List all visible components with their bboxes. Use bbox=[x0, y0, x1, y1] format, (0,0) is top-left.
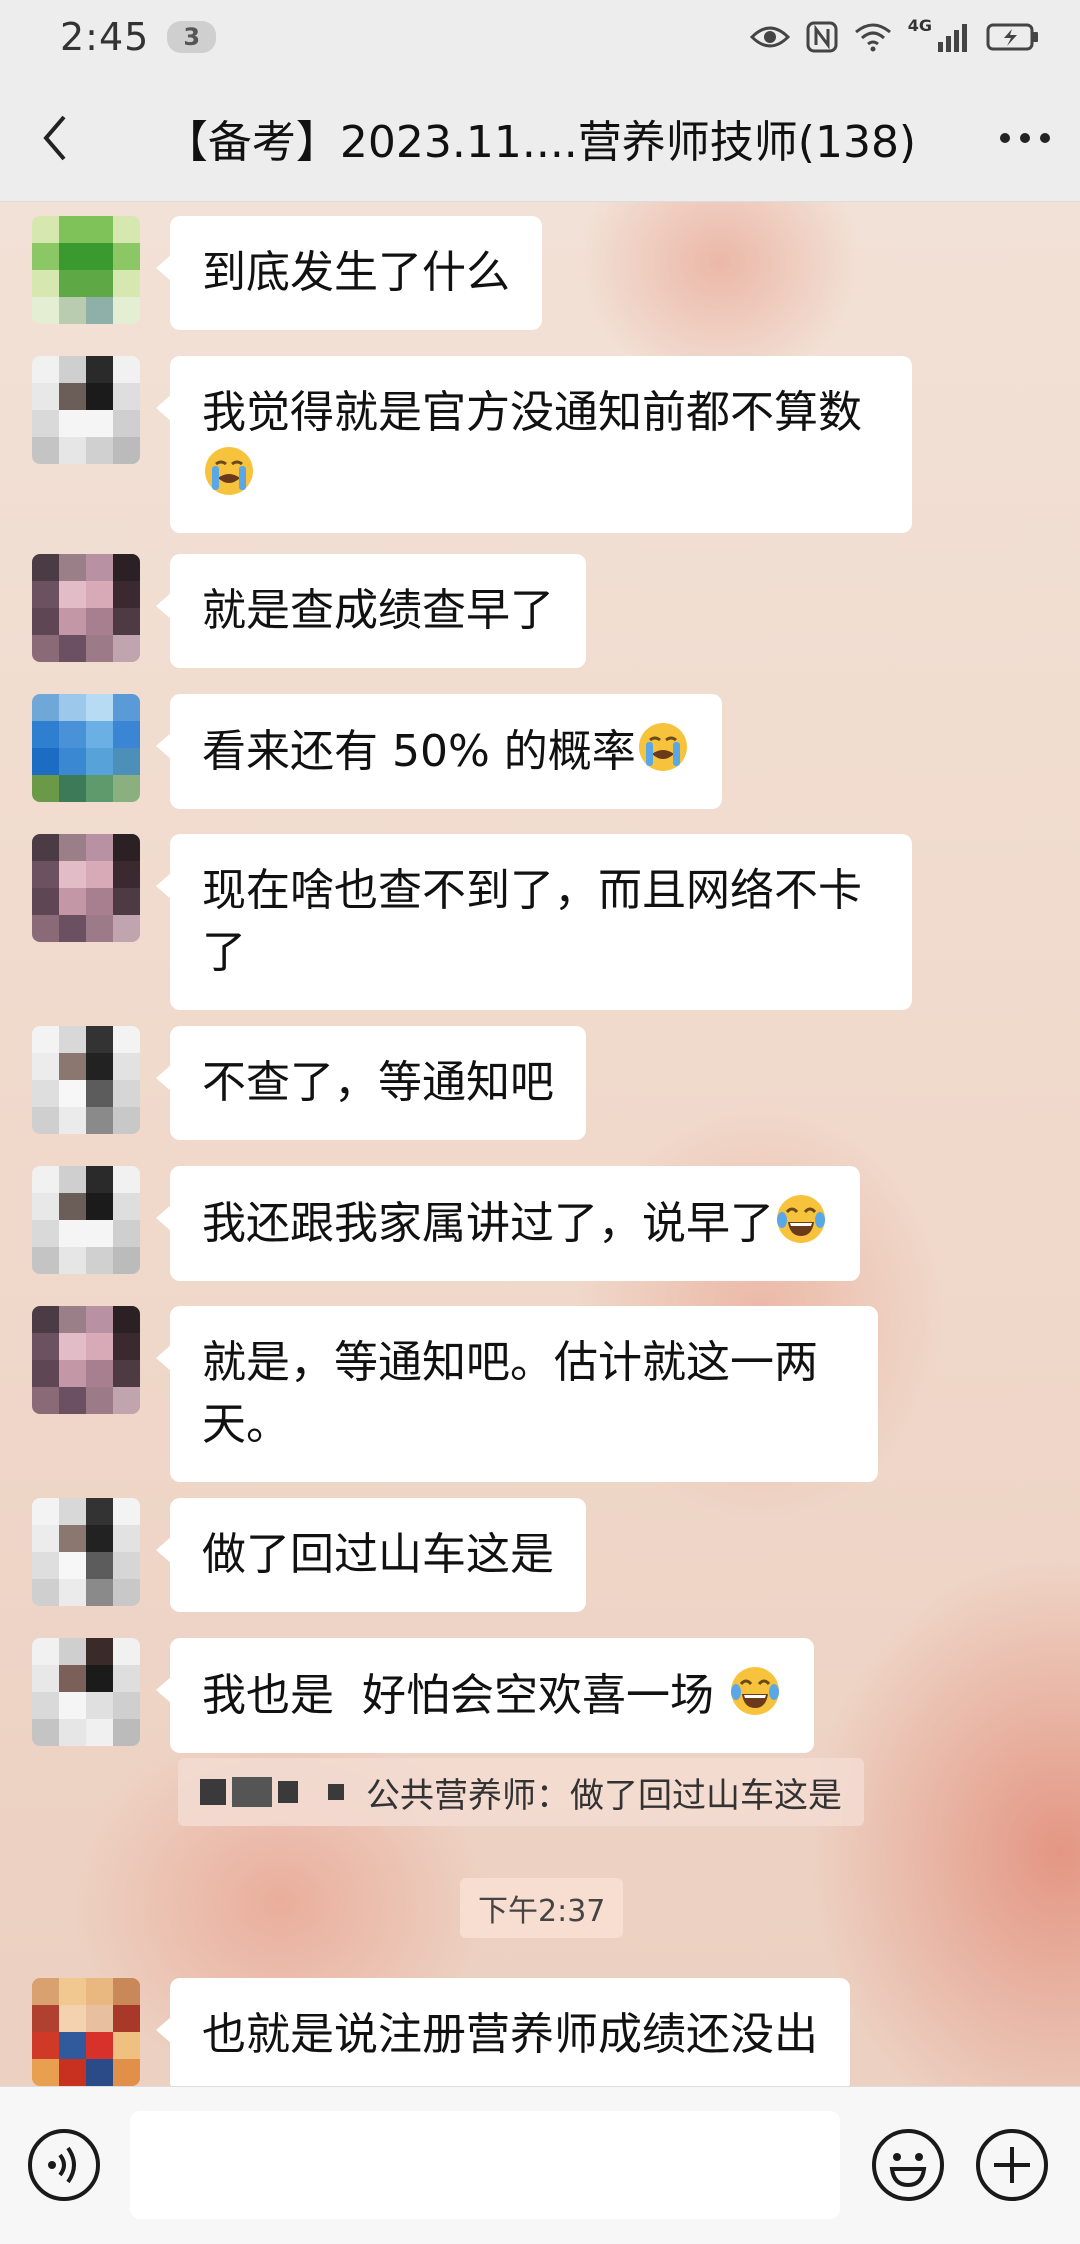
message-bubble[interactable]: 看来还有 50% 的概率 bbox=[156, 694, 722, 809]
avatar[interactable] bbox=[32, 356, 140, 464]
wifi-icon bbox=[854, 23, 891, 52]
avatar[interactable] bbox=[32, 1166, 140, 1274]
message-text: 我觉得就是官方没通知前都不算数 bbox=[202, 387, 862, 438]
message-bubble[interactable]: 我还跟我家属讲过了，说早了 bbox=[156, 1166, 860, 1281]
nfc-icon bbox=[806, 21, 838, 53]
quote-text: 公共营养师：做了回过山车这是 bbox=[366, 1775, 842, 1816]
more-actions-button[interactable] bbox=[974, 2127, 1050, 2207]
chat-header: 【备考】2023.11....营养师技师(138) bbox=[0, 74, 1080, 202]
emoji-button[interactable] bbox=[870, 2127, 946, 2207]
avatar[interactable] bbox=[32, 1026, 140, 1134]
message-bubble[interactable]: 不查了，等通知吧 bbox=[156, 1026, 586, 1140]
avatar[interactable] bbox=[32, 1306, 140, 1414]
more-button[interactable] bbox=[970, 74, 1080, 202]
avatar[interactable] bbox=[32, 1498, 140, 1606]
message-bubble[interactable]: 现在啥也查不到了，而且网络不卡了 bbox=[156, 834, 912, 1010]
time-separator: 下午2:37 bbox=[460, 1878, 624, 1938]
message-bubble[interactable]: 我也是 好怕会空欢喜一场 bbox=[156, 1638, 814, 1753]
signal-icon bbox=[938, 24, 967, 52]
loudly-crying-face-icon bbox=[205, 447, 253, 495]
quoted-message[interactable]: 公共营养师：做了回过山车这是 bbox=[178, 1758, 864, 1826]
voice-icon bbox=[28, 2129, 100, 2201]
message-input[interactable] bbox=[130, 2111, 840, 2219]
message-bubble[interactable]: 到底发生了什么 bbox=[156, 216, 542, 330]
message-text: 不查了，等通知吧 bbox=[202, 1057, 554, 1108]
status-bar: 2:45 3 4G bbox=[0, 0, 1080, 74]
more-horizontal-icon bbox=[1000, 132, 1050, 143]
message-bubble[interactable]: 就是查成绩查早了 bbox=[156, 554, 586, 668]
message-text: 我也是 好怕会空欢喜一场 bbox=[202, 1670, 728, 1721]
message-bubble[interactable]: 我觉得就是官方没通知前都不算数 bbox=[156, 356, 912, 533]
message-text: 现在啥也查不到了，而且网络不卡了 bbox=[202, 865, 862, 978]
avatar[interactable] bbox=[32, 694, 140, 802]
chat-title: 【备考】2023.11....营养师技师(138) bbox=[163, 116, 917, 168]
masked-sender-name bbox=[200, 1777, 344, 1807]
status-time: 2:45 bbox=[60, 15, 150, 59]
message-text: 做了回过山车这是 bbox=[202, 1529, 554, 1580]
message-text: 看来还有 50% 的概率 bbox=[202, 726, 636, 777]
avatar[interactable] bbox=[32, 554, 140, 662]
network-type-label: 4G bbox=[907, 15, 932, 35]
input-bar bbox=[0, 2086, 1080, 2244]
status-icons: 4G bbox=[749, 16, 1040, 53]
message-text: 就是，等通知吧。估计就这一两天。 bbox=[202, 1337, 818, 1450]
message-text: 就是查成绩查早了 bbox=[202, 585, 554, 636]
voice-button[interactable] bbox=[26, 2127, 102, 2207]
back-button[interactable] bbox=[0, 74, 110, 202]
avatar[interactable] bbox=[32, 1978, 140, 2086]
message-bubble[interactable]: 也就是说注册营养师成绩还没出 bbox=[156, 1978, 850, 2086]
chat-message-list[interactable]: 到底发生了什么 我觉得就是官方没通知前都不算数 就是查成绩查早了 看来还有 50… bbox=[0, 202, 1080, 2086]
message-text: 到底发生了什么 bbox=[202, 247, 510, 298]
message-bubble[interactable]: 做了回过山车这是 bbox=[156, 1498, 586, 1612]
message-text: 我还跟我家属讲过了，说早了 bbox=[202, 1198, 774, 1249]
eye-icon bbox=[749, 26, 790, 48]
face-with-tears-of-joy-icon bbox=[730, 1667, 779, 1715]
loudly-crying-face-icon bbox=[638, 723, 687, 771]
message-bubble[interactable]: 就是，等通知吧。估计就这一两天。 bbox=[156, 1306, 878, 1482]
battery-icon bbox=[986, 23, 1038, 51]
plus-icon bbox=[976, 2129, 1048, 2201]
face-with-tears-of-joy-icon bbox=[777, 1195, 825, 1243]
avatar[interactable] bbox=[32, 1638, 140, 1746]
chevron-left-icon bbox=[43, 115, 66, 160]
notification-count-badge: 3 bbox=[167, 21, 217, 53]
emoji-icon bbox=[872, 2129, 944, 2201]
avatar[interactable] bbox=[32, 834, 140, 942]
message-text: 也就是说注册营养师成绩还没出 bbox=[202, 2009, 818, 2060]
avatar[interactable] bbox=[32, 216, 140, 324]
